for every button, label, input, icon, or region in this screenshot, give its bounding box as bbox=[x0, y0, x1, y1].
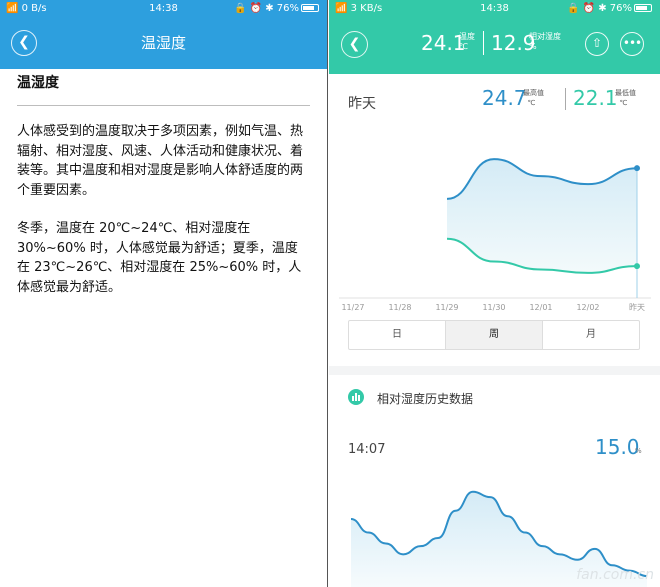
article-paragraph-2: 冬季，温度在 20℃~24℃、相对湿度在 30%~60% 时，人体感觉最为舒适；… bbox=[17, 221, 302, 295]
article-paragraph-1: 人体感受到的温度取决于多项因素，例如气温、热辐射、相对湿度、风速、人体活动和健康… bbox=[17, 124, 304, 198]
min-point bbox=[634, 263, 640, 270]
x-tick-label: 11/28 bbox=[388, 303, 411, 312]
left-screen: 📶 0 B/s 14:38 🔒 ⏰ ✱ 76% ❮ 温湿度 温湿度 人体感受到的… bbox=[0, 0, 328, 587]
day-label: 昨天 bbox=[348, 96, 376, 112]
page-title: 温湿度 bbox=[140, 34, 186, 52]
status-right: 🔒 ⏰ ✱ 76% bbox=[567, 0, 652, 17]
temperature-unit: ℃ bbox=[459, 42, 468, 51]
x-tick-label: 12/02 bbox=[576, 303, 599, 312]
humidity-label-text: 相对湿度 bbox=[529, 32, 561, 41]
humidity-history-card: 相对湿度历史数据 14:07 15.0 % fan.com.cn bbox=[329, 375, 660, 587]
battery-level: 76% bbox=[609, 3, 632, 14]
right-screen: 📶 3 KB/s 14:38 🔒 ⏰ ✱ 76% ❮ 24.1 温度 ℃ 12.9… bbox=[329, 0, 660, 587]
history-value: 15.0 bbox=[595, 435, 640, 459]
status-right: 🔒 ⏰ ✱ 76% bbox=[234, 0, 319, 17]
device-header: ❮ 24.1 温度 ℃ 12.9 相对湿度% ⇧ ••• bbox=[329, 17, 660, 74]
watermark: fan.com.cn bbox=[576, 567, 654, 583]
status-bar: 📶 0 B/s 14:38 🔒 ⏰ ✱ 76% bbox=[0, 0, 327, 17]
share-button[interactable]: ⇧ bbox=[585, 32, 609, 56]
max-label: 最高值 ℃ bbox=[523, 88, 544, 108]
x-tick-label: 11/30 bbox=[482, 303, 505, 312]
history-title: 相对湿度历史数据 bbox=[377, 392, 474, 406]
x-tick-label: 12/01 bbox=[529, 303, 552, 312]
share-icon: ⇧ bbox=[591, 36, 603, 50]
battery-icon bbox=[634, 4, 652, 12]
humidity-unit: % bbox=[529, 42, 537, 51]
more-icon: ••• bbox=[622, 36, 642, 50]
tab-0[interactable]: 日 bbox=[349, 321, 446, 349]
temperature-range-chart[interactable]: 11/27 11/28 11/29 11/30 12/01 12/02 昨天 bbox=[329, 140, 660, 316]
min-unit: ℃ bbox=[619, 99, 628, 107]
battery-icon bbox=[301, 4, 319, 12]
temperature-summary-card: 昨天 24.7 最高值 ℃ 22.1 最低值 ℃ 11/27 11/28 11/29… bbox=[329, 74, 660, 366]
article: 温湿度 人体感受到的温度取决于多项因素，例如气温、热辐射、相对湿度、风速、人体活… bbox=[0, 69, 327, 297]
x-tick-label: 11/29 bbox=[435, 303, 458, 312]
more-button[interactable]: ••• bbox=[620, 32, 644, 56]
min-value: 22.1 bbox=[573, 86, 618, 110]
back-button[interactable]: ❮ bbox=[341, 31, 368, 58]
period-tabs: 日周月 bbox=[348, 320, 640, 350]
tab-1[interactable]: 周 bbox=[446, 321, 543, 349]
status-bar: 📶 3 KB/s 14:38 🔒 ⏰ ✱ 76% bbox=[329, 0, 660, 17]
max-point bbox=[634, 165, 640, 172]
max-value: 24.7 bbox=[482, 86, 527, 110]
status-icons: 🔒 ⏰ ✱ bbox=[566, 3, 607, 14]
max-label-text: 最高值 bbox=[523, 89, 544, 97]
tab-2[interactable]: 月 bbox=[543, 321, 639, 349]
article-heading: 温湿度 bbox=[17, 69, 310, 106]
summary-divider bbox=[565, 88, 566, 110]
max-unit: ℃ bbox=[527, 99, 536, 107]
header-divider bbox=[483, 31, 484, 55]
min-label-text: 最低值 bbox=[615, 89, 636, 97]
x-tick-label: 11/27 bbox=[341, 303, 364, 312]
x-tick-label: 昨天 bbox=[629, 302, 645, 312]
temperature-label: 温度 ℃ bbox=[459, 32, 489, 52]
temperature-label-text: 温度 bbox=[459, 32, 475, 41]
status-icons: 🔒 ⏰ ✱ bbox=[233, 3, 274, 14]
bar-chart-icon bbox=[348, 389, 364, 405]
history-time: 14:07 bbox=[348, 442, 386, 457]
humidity-label: 相对湿度% bbox=[529, 32, 579, 52]
battery-level: 76% bbox=[276, 3, 299, 14]
chevron-left-icon: ❮ bbox=[348, 36, 361, 52]
min-label: 最低值 ℃ bbox=[615, 88, 636, 108]
app-bar: ❮ 温湿度 bbox=[0, 17, 327, 69]
history-unit: % bbox=[635, 447, 642, 455]
